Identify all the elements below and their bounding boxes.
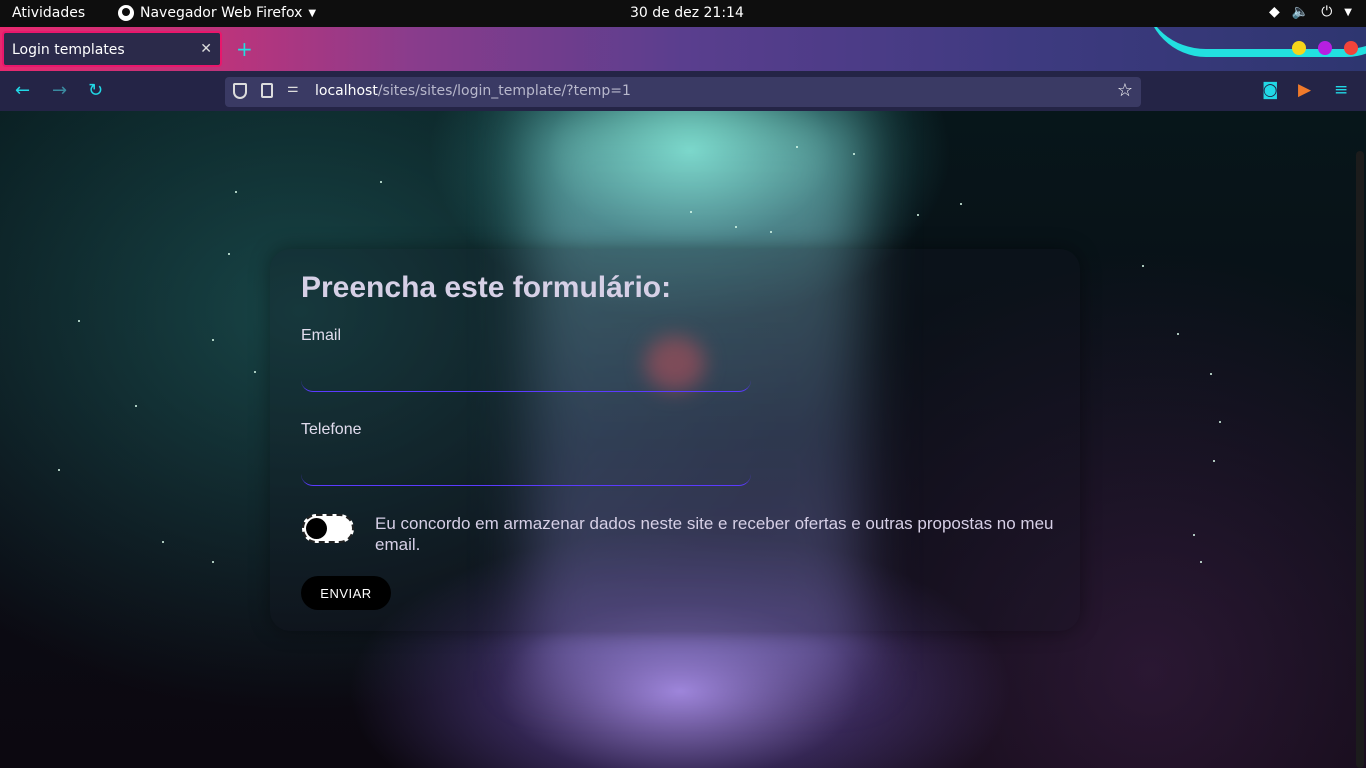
phone-field[interactable]: [301, 446, 751, 486]
page-viewport: Preencha este formulário: Email Telefone…: [0, 111, 1366, 768]
tab-title: Login templates: [12, 42, 125, 58]
back-button[interactable]: ←: [15, 80, 30, 101]
url-bar[interactable]: ⚌ localhost/sites/sites/login_template/?…: [225, 77, 1141, 107]
form-heading: Preencha este formulário:: [301, 271, 672, 304]
volume-icon: 🔈: [1291, 4, 1310, 20]
submit-button[interactable]: ENVIAR: [301, 576, 391, 610]
email-label: Email: [301, 327, 342, 344]
wifi-icon: ◆: [1269, 4, 1280, 20]
url-text[interactable]: localhost/sites/sites/login_template/?te…: [315, 83, 631, 99]
clock[interactable]: 30 de dez 21:14: [630, 5, 744, 21]
minimize-button[interactable]: [1292, 41, 1306, 55]
chevron-down-icon: ▼: [308, 7, 317, 19]
extension-icon[interactable]: ▶: [1298, 80, 1311, 100]
bookmark-star-icon[interactable]: ☆: [1117, 80, 1133, 101]
consent-text: Eu concordo em armazenar dados neste sit…: [375, 514, 1054, 554]
chevron-down-icon: ▼: [1344, 6, 1352, 18]
activities-button[interactable]: Atividades: [12, 5, 85, 21]
consent-toggle[interactable]: [302, 514, 354, 543]
firefox-icon: [118, 5, 134, 21]
reload-button[interactable]: ↻: [88, 80, 103, 101]
tab-login-templates[interactable]: Login templates ✕: [2, 31, 222, 67]
toggle-knob: [306, 518, 327, 539]
permissions-icon[interactable]: ⚌: [287, 81, 299, 96]
email-field[interactable]: [301, 352, 751, 392]
forward-button[interactable]: →: [52, 80, 67, 101]
power-icon: ⏻: [1321, 4, 1333, 20]
window-controls: [1292, 41, 1358, 55]
shield-icon[interactable]: [233, 83, 247, 99]
navigation-bar: ← → ↻ ⚌ localhost/sites/sites/login_temp…: [0, 71, 1366, 111]
close-window-button[interactable]: [1344, 41, 1358, 55]
close-icon[interactable]: ✕: [200, 41, 212, 57]
app-menu-label: Navegador Web Firefox: [140, 5, 303, 21]
system-top-bar: Atividades Navegador Web Firefox ▼ 30 de…: [0, 0, 1366, 27]
system-tray[interactable]: ◆ 🔈 ⏻ ▼: [1269, 4, 1352, 20]
maximize-button[interactable]: [1318, 41, 1332, 55]
scrollbar[interactable]: [1356, 151, 1364, 768]
form-card: Preencha este formulário: Email Telefone…: [270, 249, 1080, 631]
tab-strip: Login templates ✕ +: [0, 27, 1366, 71]
new-tab-button[interactable]: +: [236, 37, 253, 61]
pocket-icon[interactable]: ◙: [1262, 80, 1279, 100]
phone-label: Telefone: [301, 421, 362, 438]
app-menu[interactable]: Navegador Web Firefox ▼: [118, 5, 316, 21]
menu-icon[interactable]: ≡: [1334, 80, 1348, 100]
page-icon[interactable]: [261, 83, 273, 98]
